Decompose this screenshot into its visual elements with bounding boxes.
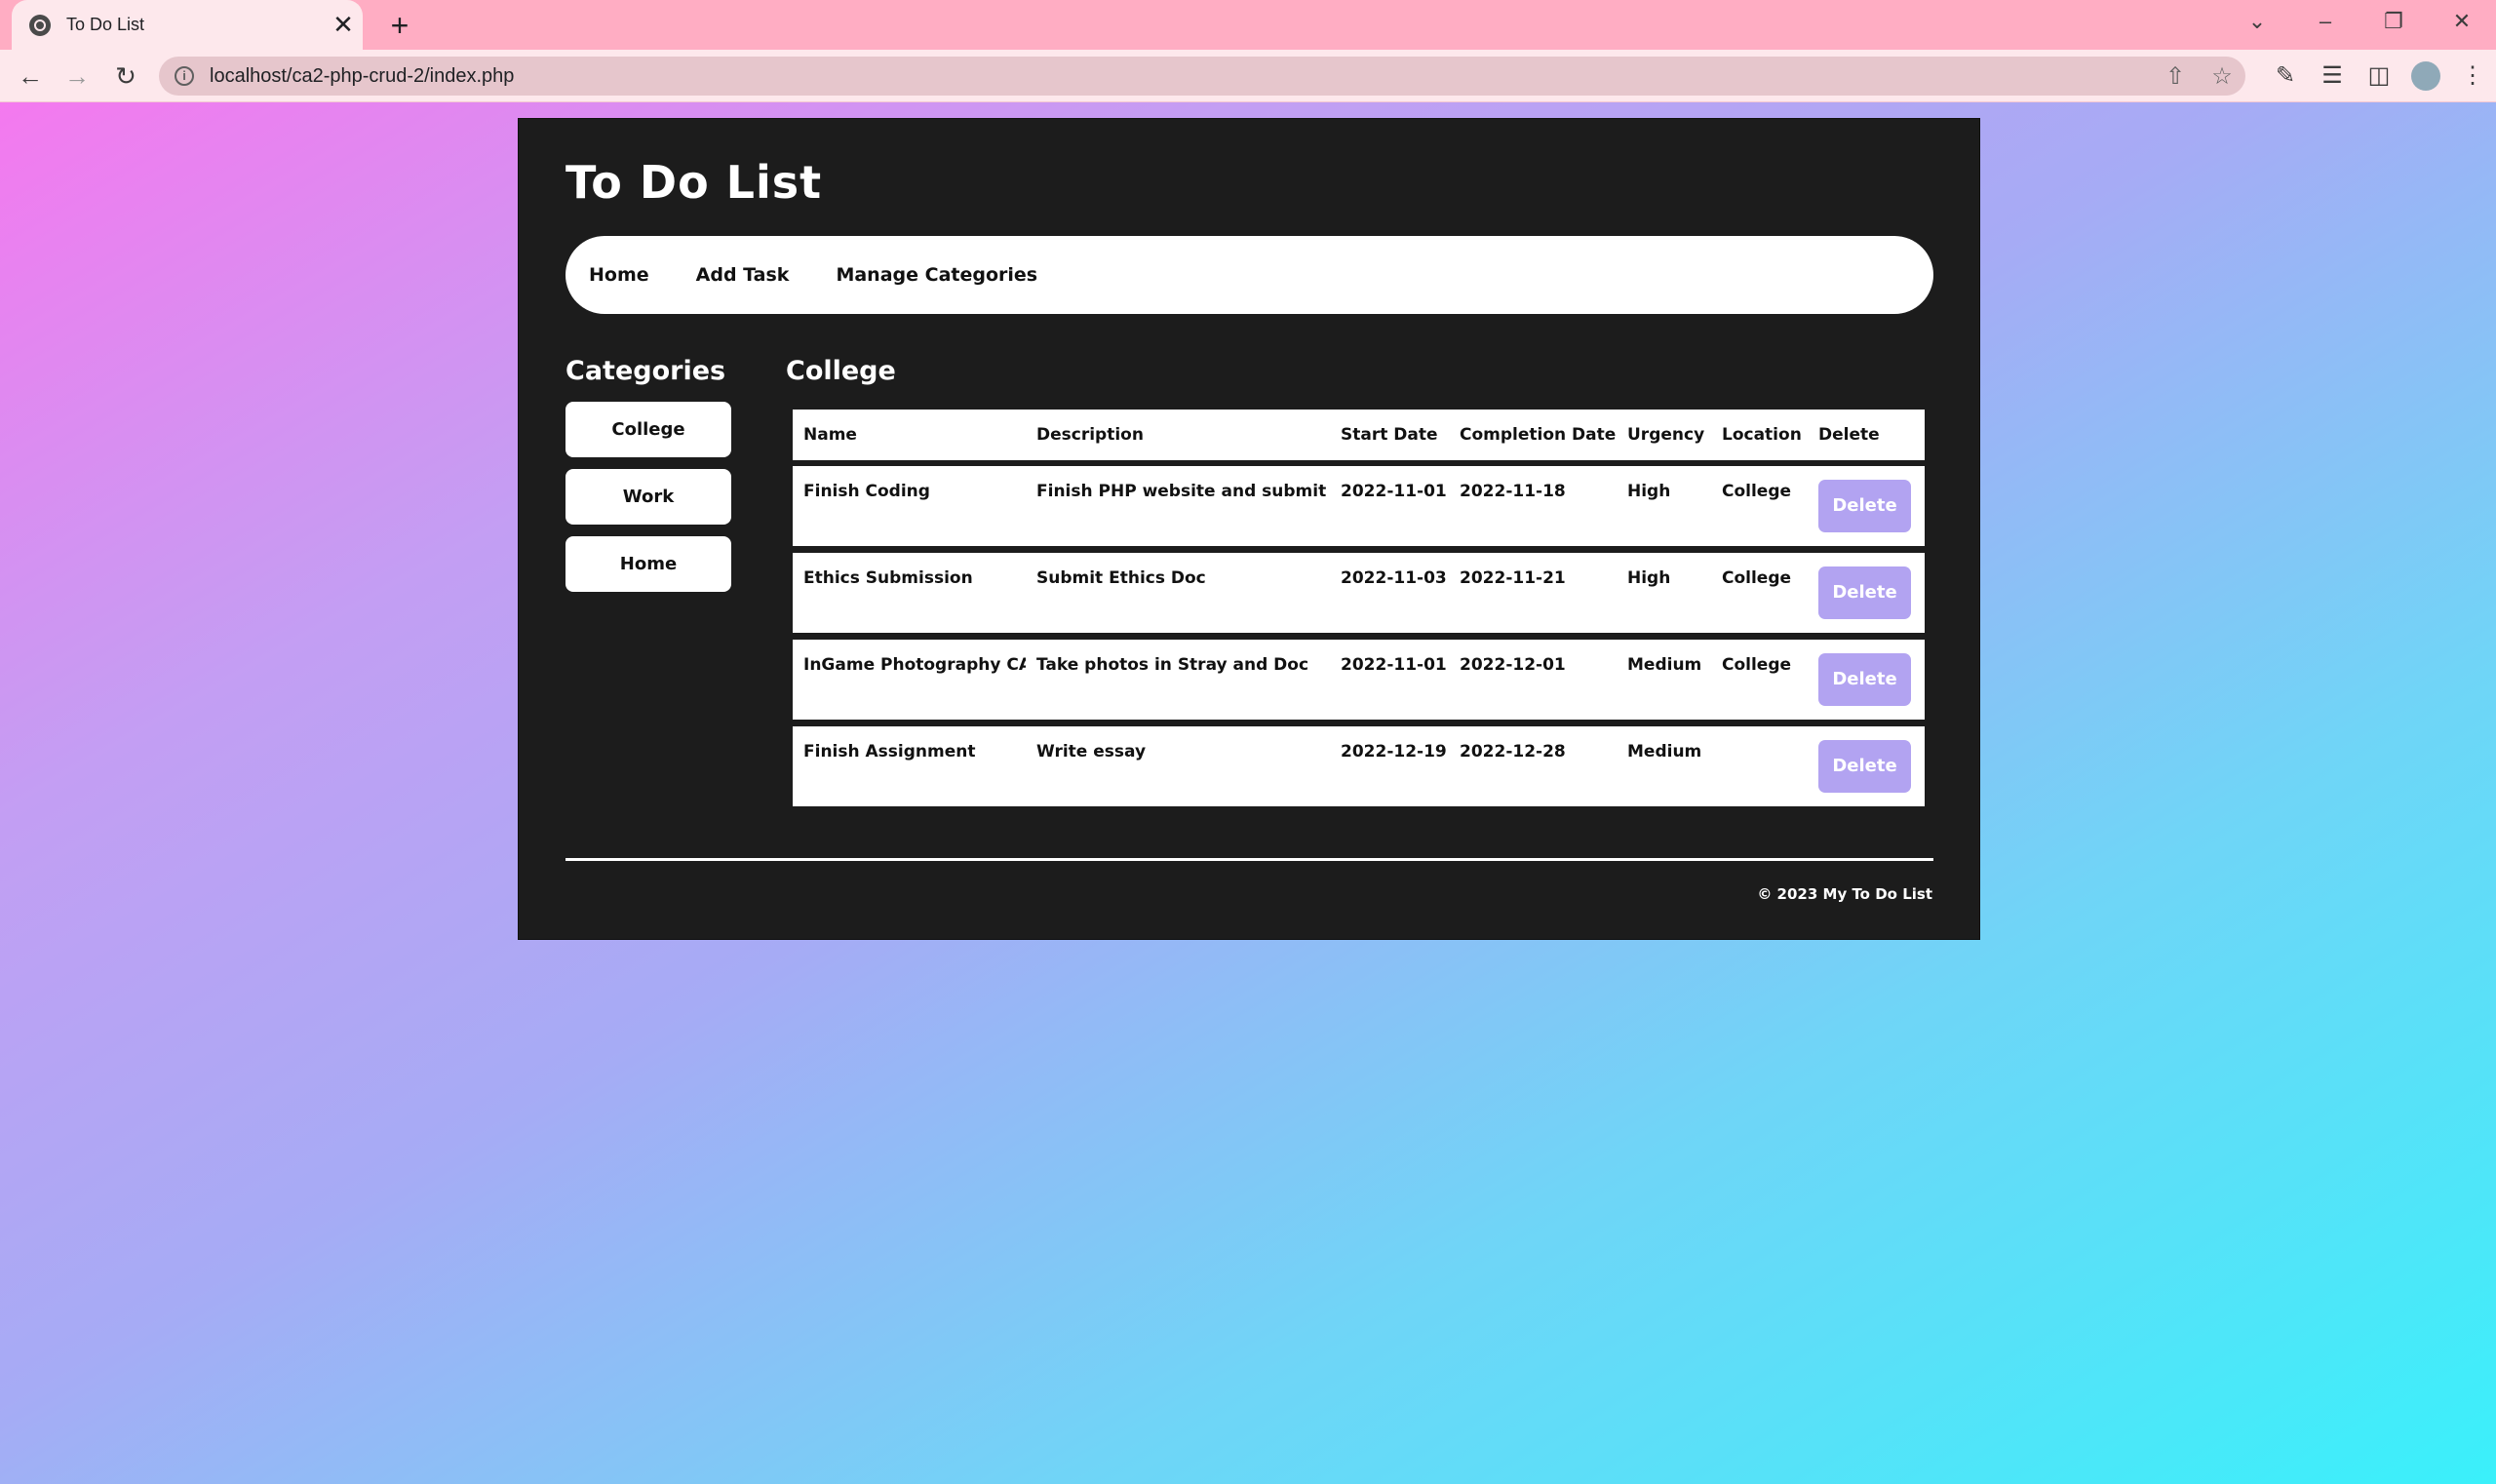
back-arrow-icon[interactable]: ←	[10, 56, 51, 97]
window-controls: ⌄ – ❐ ✕	[2223, 0, 2496, 43]
column-header: Start Date	[1341, 425, 1438, 445]
table-row: InGame Photography CA Take photos in Str…	[793, 640, 1925, 720]
task-completion-date: 2022-11-18	[1460, 482, 1566, 501]
profile-avatar[interactable]	[2411, 60, 2440, 91]
delete-cell: Delete	[1808, 640, 1925, 706]
task-description: Finish PHP website and submit it	[1036, 482, 1330, 501]
minimize-button[interactable]: –	[2291, 0, 2360, 43]
extensions-puzzle-icon[interactable]: ✎	[2262, 61, 2309, 90]
column-header: Completion Date	[1460, 425, 1617, 445]
page-container: To Do List Home Add Task Manage Categori…	[518, 118, 1980, 940]
close-window-button[interactable]: ✕	[2428, 0, 2496, 43]
url-text[interactable]: localhost/ca2-php-crud-2/index.php	[210, 65, 2152, 88]
browser-tab[interactable]: To Do List ✕	[12, 0, 363, 50]
new-tab-button[interactable]: +	[380, 6, 419, 45]
side-panel-icon[interactable]: ◫	[2356, 61, 2402, 90]
site-info-icon[interactable]: i	[175, 66, 194, 86]
footer-divider	[566, 858, 1933, 861]
task-start-date: 2022-11-01	[1341, 655, 1447, 675]
forward-arrow-icon[interactable]: →	[57, 56, 98, 97]
delete-cell: Delete	[1808, 466, 1925, 532]
task-completion-date: 2022-12-01	[1460, 655, 1566, 675]
footer-copyright: © 2023 My To Do List	[1757, 885, 1932, 903]
task-name: Finish Coding	[803, 482, 930, 501]
table-header-row: Name Description Start Date Completion D…	[793, 410, 1925, 466]
nav-add-task[interactable]: Add Task	[696, 264, 790, 286]
category-home-button[interactable]: Home	[566, 536, 731, 592]
delete-button[interactable]: Delete	[1818, 480, 1911, 532]
task-completion-date: 2022-12-28	[1460, 742, 1566, 762]
task-completion-date: 2022-11-21	[1460, 568, 1566, 588]
task-urgency: High	[1627, 482, 1671, 501]
delete-button[interactable]: Delete	[1818, 740, 1911, 793]
toolbar-actions: ✎ ☰ ◫ ⋮	[2262, 50, 2496, 101]
delete-cell: Delete	[1808, 726, 1925, 793]
main-nav: Home Add Task Manage Categories	[566, 236, 1933, 314]
column-header: Name	[803, 425, 857, 445]
table-row: Ethics Submission Submit Ethics Doc 2022…	[793, 553, 1925, 633]
task-location: College	[1722, 568, 1792, 588]
kebab-menu-icon[interactable]: ⋮	[2449, 61, 2496, 90]
column-header: Urgency	[1627, 425, 1705, 445]
restore-button[interactable]: ❐	[2360, 0, 2428, 43]
tab-title: To Do List	[66, 15, 145, 34]
task-start-date: 2022-11-01	[1341, 482, 1447, 501]
task-name: InGame Photography CA	[803, 655, 1026, 675]
task-name: Ethics Submission	[803, 568, 973, 588]
delete-button[interactable]: Delete	[1818, 566, 1911, 619]
delete-cell: Delete	[1808, 553, 1925, 619]
task-location: College	[1722, 482, 1792, 501]
globe-icon	[29, 14, 51, 36]
task-location	[1711, 726, 1808, 742]
task-description: Submit Ethics Doc	[1036, 568, 1206, 588]
tasks-table: Name Description Start Date Completion D…	[793, 410, 1925, 813]
media-queue-icon[interactable]: ☰	[2309, 61, 2356, 90]
browser-tab-strip: To Do List ✕ + ⌄ – ❐ ✕	[0, 0, 2496, 50]
task-description: Take photos in Stray and Doc	[1036, 655, 1309, 675]
task-urgency: High	[1627, 568, 1671, 588]
task-start-date: 2022-11-03	[1341, 568, 1447, 588]
task-urgency: Medium	[1627, 655, 1702, 675]
table-row: Finish Assignment Write essay 2022-12-19…	[793, 726, 1925, 806]
column-header: Location	[1722, 425, 1802, 445]
nav-manage-categories[interactable]: Manage Categories	[836, 264, 1037, 286]
task-urgency: Medium	[1627, 742, 1702, 762]
category-work-button[interactable]: Work	[566, 469, 731, 525]
address-bar[interactable]: i localhost/ca2-php-crud-2/index.php ⇧ ☆	[159, 57, 2245, 96]
tab-search-icon[interactable]: ⌄	[2223, 0, 2291, 43]
reload-icon[interactable]: ↻	[105, 56, 146, 97]
column-header: Description	[1036, 425, 1144, 445]
share-icon[interactable]: ⇧	[2152, 62, 2199, 91]
browser-toolbar: ← → ↻ i localhost/ca2-php-crud-2/index.p…	[0, 50, 2496, 102]
close-tab-icon[interactable]: ✕	[324, 10, 363, 40]
delete-button[interactable]: Delete	[1818, 653, 1911, 706]
task-location: College	[1722, 655, 1792, 675]
category-college-button[interactable]: College	[566, 402, 731, 457]
bookmark-star-icon[interactable]: ☆	[2199, 62, 2245, 91]
column-header: Delete	[1818, 425, 1880, 445]
nav-home[interactable]: Home	[589, 264, 649, 286]
table-row: Finish Coding Finish PHP website and sub…	[793, 466, 1925, 546]
task-description: Write essay	[1036, 742, 1147, 762]
task-name: Finish Assignment	[803, 742, 976, 762]
current-category-heading: College	[786, 356, 896, 386]
task-start-date: 2022-12-19	[1341, 742, 1447, 762]
site-title: To Do List	[566, 156, 823, 209]
categories-heading: Categories	[566, 356, 726, 386]
